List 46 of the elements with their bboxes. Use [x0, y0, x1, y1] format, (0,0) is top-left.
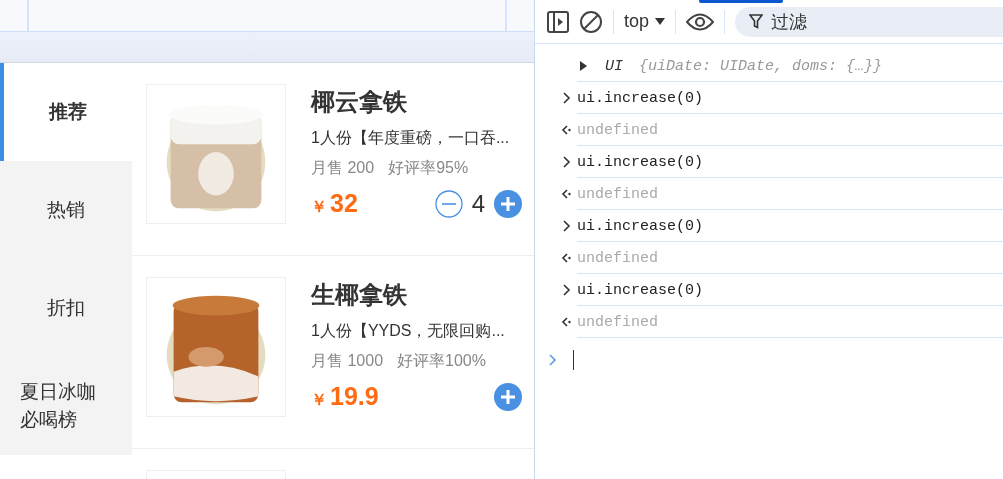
context-dropdown[interactable]: top — [624, 11, 666, 32]
object-label: UI — [605, 57, 623, 75]
object-preview: {uiDate: UIDate, doms: {…}} — [639, 57, 883, 75]
price: 32 — [330, 189, 358, 218]
chevron-icon — [563, 92, 571, 104]
monthly-sales: 月售 1000 — [311, 351, 384, 371]
currency-symbol: ￥ — [311, 390, 327, 410]
caret-icon — [655, 18, 666, 25]
plus-button[interactable] — [494, 382, 522, 411]
price: 19.9 — [330, 382, 379, 411]
console-result: undefined — [577, 249, 658, 267]
category-tab[interactable]: 折扣 — [0, 259, 132, 357]
console-result: undefined — [577, 313, 658, 331]
rating: 好评率100% — [397, 351, 486, 371]
product-description: 1人份【YYDS，无限回购... — [311, 321, 506, 341]
console-command-text: ui.increase(0) — [577, 153, 704, 171]
console-command-text: ui.increase(0) — [577, 281, 704, 299]
chevron-icon — [563, 220, 571, 232]
product-name: 生椰拿铁 — [311, 280, 408, 310]
console-command-text: ui.increase(0) — [577, 217, 704, 235]
chevron-icon — [563, 284, 571, 296]
filter-field[interactable]: 过滤 — [735, 6, 1003, 37]
monthly-sales: 月售 200 — [311, 158, 375, 178]
product-name: 椰云拿铁 — [311, 87, 408, 117]
chevron-icon — [563, 156, 571, 168]
clear-console-icon[interactable] — [579, 9, 603, 34]
product-description: 1人份【年度重磅，一口吞... — [311, 128, 511, 148]
expand-triangle-icon[interactable] — [580, 61, 587, 71]
sidebar-toggle-icon[interactable] — [547, 10, 569, 33]
quantity: 4 — [471, 189, 485, 218]
return-arrow-icon — [561, 317, 571, 327]
console-result: undefined — [577, 185, 658, 203]
return-arrow-icon — [561, 125, 571, 135]
category-tab[interactable]: 热销 — [0, 161, 132, 259]
rating: 好评率95% — [388, 158, 469, 178]
return-arrow-icon — [561, 253, 571, 263]
eye-icon[interactable] — [686, 12, 715, 31]
plus-button[interactable] — [494, 189, 522, 218]
currency-symbol: ￥ — [311, 197, 327, 217]
minus-button[interactable] — [434, 189, 463, 218]
category-tab[interactable]: 夏日冰咖必喝榜 — [0, 357, 132, 455]
filter-icon — [749, 14, 764, 29]
console-result: undefined — [577, 121, 658, 139]
console-command-text: ui.increase(0) — [577, 89, 704, 107]
return-arrow-icon — [561, 189, 571, 199]
prompt-chevron-icon — [549, 354, 557, 366]
